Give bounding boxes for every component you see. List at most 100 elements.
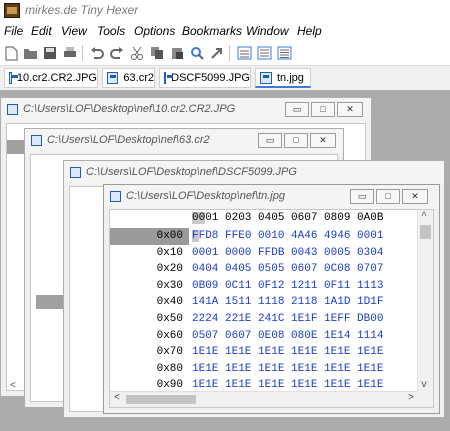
hex-row[interactable]: FFD8 FFE0 0010 4A46 4946 0001 — [192, 228, 383, 245]
window-titlebar[interactable]: C:\Users\LOF\Desktop\nef\63.cr2 ▭ □ ✕ — [25, 129, 343, 153]
close-button[interactable]: ✕ — [310, 133, 336, 148]
view-split-icon[interactable] — [256, 45, 272, 61]
tab-label: tn.jpg — [277, 71, 304, 84]
paste-icon[interactable] — [169, 45, 185, 61]
view-hex-icon[interactable] — [236, 45, 252, 61]
file-icon — [164, 72, 174, 84]
window-titlebar[interactable]: C:\Users\LOF\Desktop\nef\tn.jpg ▭ □ ✕ — [104, 185, 439, 209]
minimize-button[interactable]: ▭ — [285, 102, 309, 117]
scroll-down-icon[interactable]: v — [421, 380, 427, 392]
offset-row[interactable]: 0x10 — [110, 245, 189, 262]
horizontal-scrollbar[interactable]: < > — [110, 391, 418, 407]
menu-options[interactable]: Options — [134, 24, 175, 38]
maximize-button[interactable]: □ — [376, 189, 400, 204]
vertical-scrollbar[interactable]: ^ v — [417, 210, 433, 392]
app-logo-icon — [4, 3, 20, 18]
hex-row[interactable]: 1E1E 1E1E 1E1E 1E1E 1E1E 1E1E — [192, 361, 383, 378]
hex-row[interactable]: 0001 0000 FFDB 0043 0005 0304 — [192, 245, 383, 262]
hex-column-header: 0001 0203 0405 0607 0809 0A0B — [192, 212, 383, 224]
maximize-button[interactable]: □ — [284, 133, 308, 148]
scroll-left-icon[interactable]: < — [10, 380, 16, 392]
offset-row[interactable]: 0x40 — [110, 294, 189, 311]
offset-row[interactable]: 0x00 — [110, 228, 189, 245]
file-icon — [70, 167, 81, 178]
menu-file[interactable]: File — [4, 24, 23, 38]
file-icon — [110, 191, 121, 202]
minimize-button[interactable]: ▭ — [350, 189, 374, 204]
offset-row[interactable]: 0x30 — [110, 278, 189, 295]
hex-row[interactable]: 2224 221E 241C 1E1F 1EFF DB00 — [192, 311, 383, 328]
minimize-button[interactable]: ▭ — [258, 133, 282, 148]
hex-corner — [110, 210, 192, 227]
menu-edit[interactable]: Edit — [31, 24, 52, 38]
maximize-button[interactable]: □ — [311, 102, 335, 117]
offset-row[interactable]: 0x60 — [110, 328, 189, 345]
copy-icon[interactable] — [149, 45, 165, 61]
offset-row[interactable]: 0x80 — [110, 361, 189, 378]
find-icon[interactable] — [189, 45, 205, 61]
horizontal-scroll-thumb[interactable] — [126, 395, 196, 404]
hex-row[interactable]: 0404 0405 0505 0607 0C08 0707 — [192, 261, 383, 278]
vertical-scroll-thumb[interactable] — [420, 225, 431, 239]
menu-bookmarks[interactable]: Bookmarks — [182, 24, 242, 38]
hex-column-00: 00 — [192, 212, 206, 224]
resize-grip[interactable] — [418, 392, 433, 407]
app-titlebar: mirkes.de Tiny Hexer — [0, 0, 450, 21]
tab-label: DSCF5099.JPG — [171, 72, 250, 84]
redo-icon[interactable] — [109, 45, 125, 61]
window-title: C:\Users\LOF\Desktop\nef\63.cr2 — [47, 134, 210, 146]
tab-dscf5099[interactable]: DSCF5099.JPG — [159, 68, 251, 88]
scroll-left-icon[interactable]: < — [114, 393, 120, 405]
hex-row[interactable]: 141A 1511 1118 2118 1A1D 1D1F — [192, 294, 383, 311]
print-icon[interactable] — [62, 45, 78, 61]
toolbar-separator — [82, 45, 83, 61]
hex-editor[interactable]: 0001 0203 0405 0607 0809 0A0B 0x00 0x10 … — [109, 209, 434, 408]
hex-column-rest: 01 0203 0405 0607 0809 0A0B — [205, 212, 384, 224]
hex-row[interactable]: 0507 0607 0E08 080E 1E14 1114 — [192, 328, 383, 345]
undo-icon[interactable] — [89, 45, 105, 61]
hex-data-area[interactable]: FFD8 FFE0 0010 4A46 4946 0001 0001 0000 … — [192, 228, 383, 394]
hex-offset-column: 0x00 0x10 0x20 0x30 0x40 0x50 0x60 0x70 … — [110, 228, 189, 394]
scroll-right-icon[interactable]: > — [408, 393, 414, 405]
tab-63-cr2[interactable]: 63.cr2 — [102, 68, 155, 88]
offset-row[interactable]: 0x20 — [110, 261, 189, 278]
window-titlebar[interactable]: C:\Users\LOF\Desktop\nef\10.cr2.CR2.JPG … — [1, 98, 371, 122]
file-icon — [107, 72, 119, 84]
open-file-icon[interactable] — [22, 45, 38, 61]
tab-label: 63.cr2 — [123, 72, 154, 84]
menu-tools[interactable]: Tools — [97, 24, 125, 38]
close-button[interactable]: ✕ — [402, 189, 428, 204]
cut-icon[interactable] — [129, 45, 145, 61]
file-icon — [260, 71, 272, 84]
hex-row[interactable]: 0B09 0C11 0F12 1211 0F11 1113 — [192, 278, 383, 295]
file-icon — [9, 72, 18, 84]
app-title: mirkes.de Tiny Hexer — [25, 3, 139, 17]
menu-window[interactable]: Window — [246, 24, 289, 38]
window-title: C:\Users\LOF\Desktop\nef\DSCF5099.JPG — [86, 166, 297, 178]
menu-help[interactable]: Help — [297, 24, 322, 38]
close-button[interactable]: ✕ — [337, 102, 363, 117]
window-title: C:\Users\LOF\Desktop\nef\tn.jpg — [126, 190, 285, 202]
scroll-up-icon[interactable]: ^ — [421, 211, 427, 223]
tab-label: 10.cr2.CR2.JPG — [16, 72, 97, 84]
save-icon[interactable] — [42, 45, 58, 61]
menubar: File Edit View Tools Options Bookmarks W… — [0, 21, 450, 41]
hex-cursor[interactable]: F — [192, 230, 199, 242]
new-file-icon[interactable] — [3, 45, 19, 61]
selected-row-marker — [36, 295, 66, 309]
tab-10-cr2[interactable]: 10.cr2.CR2.JPG — [4, 68, 98, 88]
tab-tn-jpg[interactable]: tn.jpg — [255, 68, 311, 88]
view-text-icon[interactable] — [276, 45, 292, 61]
toolbar — [0, 41, 450, 66]
offset-row[interactable]: 0x70 — [110, 344, 189, 361]
mdi-window-tn-jpg[interactable]: C:\Users\LOF\Desktop\nef\tn.jpg ▭ □ ✕ 00… — [103, 184, 440, 414]
window-titlebar[interactable]: C:\Users\LOF\Desktop\nef\DSCF5099.JPG — [64, 161, 444, 185]
menu-view[interactable]: View — [61, 24, 87, 38]
hex-row[interactable]: 1E1E 1E1E 1E1E 1E1E 1E1E 1E1E — [192, 344, 383, 361]
window-title: C:\Users\LOF\Desktop\nef\10.cr2.CR2.JPG — [23, 103, 236, 115]
goto-icon[interactable] — [209, 45, 225, 61]
document-tabbar: 10.cr2.CR2.JPG 63.cr2 DSCF5099.JPG tn.jp… — [0, 66, 450, 90]
hex-row-rest[interactable]: FD8 FFE0 0010 4A46 4946 0001 — [199, 230, 384, 242]
file-icon — [31, 135, 42, 146]
offset-row[interactable]: 0x50 — [110, 311, 189, 328]
